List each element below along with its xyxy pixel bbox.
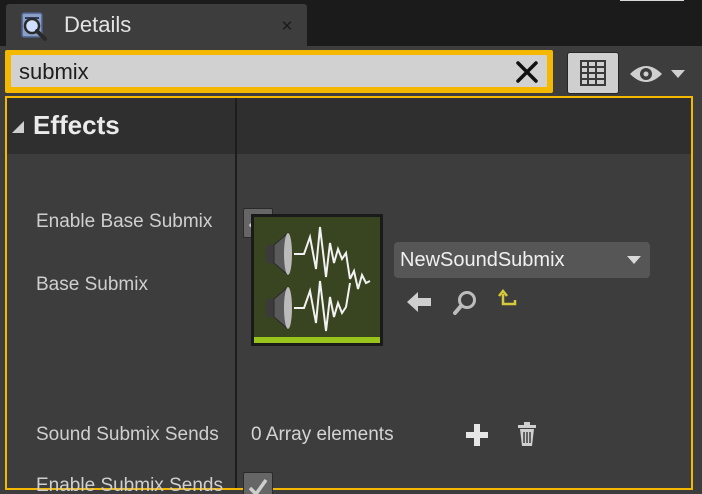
chevron-down-icon <box>627 256 641 264</box>
asset-picker-combo[interactable]: NewSoundSubmix <box>394 242 650 278</box>
add-element-icon[interactable] <box>464 422 490 448</box>
reset-to-default-icon[interactable] <box>495 288 523 316</box>
base-submix-label: Base Submix <box>36 274 148 295</box>
chevron-down-icon <box>671 70 685 78</box>
close-tab-icon[interactable]: ✕ <box>279 19 295 35</box>
enable-base-submix-label: Enable Base Submix <box>36 211 213 232</box>
trash-icon[interactable] <box>514 421 540 447</box>
column-splitter[interactable] <box>235 98 237 488</box>
category-effects[interactable]: Effects <box>7 98 691 154</box>
enable-submix-sends-label: Enable Submix Sends <box>36 475 223 494</box>
asset-type-color-bar <box>254 337 380 343</box>
checkmark-icon <box>248 478 268 494</box>
asset-thumbnail[interactable] <box>251 214 383 346</box>
details-magnifier-icon <box>21 12 47 41</box>
sound-submix-sends-label: Sound Submix Sends <box>36 424 219 445</box>
array-count-text: 0 Array elements <box>251 424 394 445</box>
tab-label: Details <box>64 12 132 37</box>
view-options-button[interactable] <box>628 60 688 90</box>
browse-search-icon[interactable] <box>452 288 480 316</box>
search-field-background <box>11 55 547 87</box>
asset-name: NewSoundSubmix <box>400 249 565 271</box>
tab-bar-highlight <box>620 0 684 1</box>
details-panel: Effects Enable Base Submix Base Submix <box>0 46 702 494</box>
search-input[interactable] <box>19 58 499 86</box>
enable-submix-sends-checkbox[interactable] <box>243 472 273 494</box>
details-tab[interactable]: Details ✕ <box>6 4 307 46</box>
use-selected-arrow-icon[interactable] <box>405 288 433 316</box>
details-view: Effects Enable Base Submix Base Submix N… <box>5 96 693 494</box>
tab-bar: Details ✕ <box>0 0 702 46</box>
eye-icon <box>630 66 685 82</box>
grid-view-icon <box>580 60 606 86</box>
category-label: Effects <box>33 110 120 140</box>
clear-search-icon[interactable] <box>513 58 541 86</box>
search-box <box>5 50 553 93</box>
expand-arrow-icon <box>12 121 24 133</box>
details-window: Details ✕ submix Effects Enable Base Sub… <box>0 0 702 494</box>
property-matrix-button[interactable] <box>567 52 619 94</box>
sound-submix-icon <box>266 226 371 332</box>
thumbnail-background <box>254 217 380 343</box>
